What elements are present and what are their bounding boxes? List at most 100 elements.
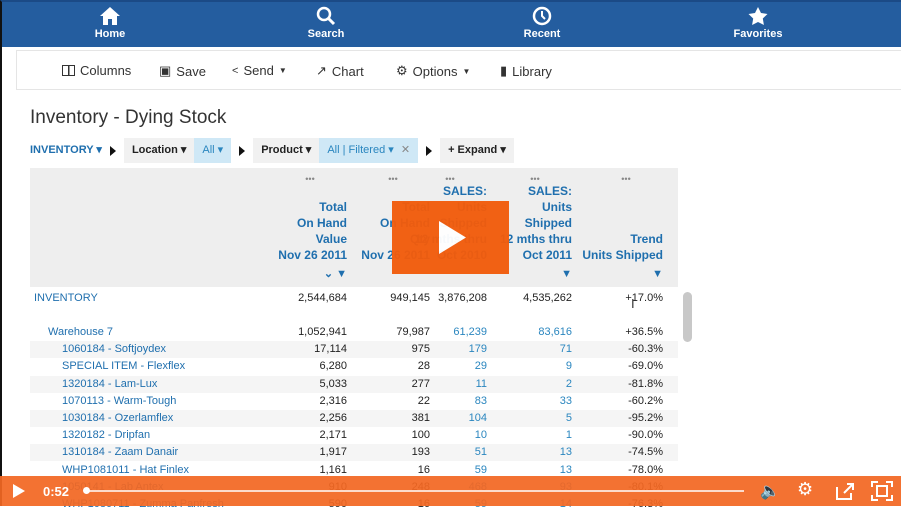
sort-filter-icon[interactable]: ⌄ ▼: [324, 266, 347, 282]
column-header[interactable]: Total On Hand Value Nov 26 2011: [278, 199, 347, 263]
star-icon: [748, 7, 768, 25]
column-header[interactable]: SALES: Units Shipped 12 mths thru Oct 2011: [500, 183, 572, 263]
chart-button[interactable]: ↗ Chart: [316, 63, 364, 79]
arrow-right-icon: [239, 145, 246, 156]
page-title: Inventory - Dying Stock: [30, 107, 227, 128]
table-cell[interactable]: 13: [560, 464, 572, 476]
nav-search[interactable]: Search: [281, 6, 371, 40]
table-row[interactable]: SPECIAL ITEM - Flexflex 6,280 28 29 9 -69.0%: [30, 358, 678, 375]
row-label-link[interactable]: 1320182 - Dripfan: [62, 429, 150, 441]
table-cell: 975: [411, 343, 430, 356]
table-row[interactable]: 1030184 - Ozerlamflex 2,256 381 104 5 -95.2%: [30, 410, 678, 427]
table-cell[interactable]: 179: [469, 343, 487, 355]
share-icon: <: [232, 64, 239, 77]
progress-bar[interactable]: [84, 490, 744, 492]
table-row[interactable]: 1320184 - Lam-Lux 5,033 277 11 2 -81.8%: [30, 375, 678, 393]
table-row[interactable]: Warehouse 7 1,052,941 79,987 61,239 83,616 +3…: [30, 324, 678, 341]
row-label-link[interactable]: 1310184 - Zaam Danair: [62, 446, 178, 458]
table-row[interactable]: INVENTORY 2,544,684 949,145 3,876,208 4,535,…: [30, 290, 678, 307]
text-cursor-icon: I: [631, 296, 635, 311]
book-icon: ▮: [500, 63, 508, 78]
header-line: Units: [542, 200, 572, 214]
crumb-location[interactable]: Location ▾: [123, 138, 195, 163]
table-cell: 79,987: [396, 326, 430, 338]
filter-icon[interactable]: ▼: [652, 266, 663, 282]
table-cell[interactable]: 1: [566, 429, 572, 441]
nav-favorites[interactable]: Favorites: [713, 6, 803, 40]
columns-button[interactable]: Columns: [62, 63, 131, 78]
table-cell[interactable]: 29: [475, 360, 487, 372]
crumb-product[interactable]: Product ▾: [253, 138, 320, 163]
table-cell: 100: [411, 429, 430, 442]
arrow-right-icon: [109, 145, 116, 156]
table-cell[interactable]: 33: [560, 395, 572, 407]
column-menu-button[interactable]: •••: [368, 174, 418, 184]
table-cell[interactable]: 10: [475, 429, 487, 441]
crumb-product-value[interactable]: All | Filtered ▾ ✕: [319, 138, 419, 163]
table-row[interactable]: 1060184 - Softjoydex 17,114 975 179 71 -60.3%: [30, 341, 678, 359]
table-cell[interactable]: 83: [475, 395, 487, 407]
clear-filter-icon[interactable]: ✕: [401, 144, 410, 156]
column-header[interactable]: Trend Units Shipped: [582, 231, 663, 263]
options-button[interactable]: ⚙ Options ▼: [396, 63, 470, 79]
table-cell[interactable]: 51: [475, 446, 487, 458]
caret-down-icon: ▼: [462, 66, 471, 76]
play-icon: [439, 221, 466, 254]
table-cell[interactable]: 61,239: [453, 326, 487, 338]
row-label-link[interactable]: 1060184 - Softjoydex: [62, 343, 166, 355]
column-menu-button[interactable]: •••: [601, 174, 651, 184]
table-cell[interactable]: 104: [469, 412, 487, 424]
table-cell: 17,114: [314, 343, 347, 356]
table-cell[interactable]: 83,616: [538, 326, 572, 338]
table-cell: -90.0%: [628, 429, 663, 442]
table-cell: 2,544,684: [298, 292, 347, 304]
header-line: Oct 2011: [522, 248, 572, 262]
crumb-location-value[interactable]: All ▾: [194, 138, 232, 163]
table-cell[interactable]: 11: [476, 378, 487, 390]
progress-handle[interactable]: [82, 487, 90, 494]
table-row[interactable]: 1070113 - Warm-Tough 2,316 22 83 33 -60.2%: [30, 393, 678, 410]
header-line: On Hand: [297, 216, 347, 230]
row-label-link[interactable]: Warehouse 7: [48, 326, 113, 338]
table-cell: 193: [411, 446, 430, 459]
table-cell: 2,171: [319, 429, 347, 442]
row-label-link[interactable]: WHP1081011 - Hat Finlex: [62, 464, 189, 476]
table-row[interactable]: 1310184 - Zaam Danair 1,917 193 51 13 -74.5%: [30, 444, 678, 462]
row-label-link[interactable]: 1030184 - Ozerlamflex: [62, 412, 173, 424]
nav-recent[interactable]: Recent: [497, 6, 587, 40]
table-cell[interactable]: 71: [560, 343, 572, 355]
table-cell: 949,145: [390, 292, 430, 304]
play-overlay-button[interactable]: [392, 201, 509, 274]
table-cell[interactable]: 2: [566, 378, 572, 390]
expand-button[interactable]: + Expand ▾: [440, 138, 514, 163]
toolbar: Columns ▣ Save < Send ▼ ↗ Chart ⚙ Options ▼ ▮ L…: [16, 50, 901, 90]
table-cell: 28: [417, 360, 430, 373]
table-cell[interactable]: 9: [566, 360, 572, 372]
settings-icon[interactable]: ⚙: [797, 479, 813, 500]
library-button[interactable]: ▮ Library: [500, 63, 552, 79]
play-icon[interactable]: [13, 484, 25, 498]
table-cell: -60.2%: [628, 394, 663, 407]
row-label-link[interactable]: INVENTORY: [34, 292, 98, 304]
table-row[interactable]: 1320182 - Dripfan 2,171 100 10 1 -90.0%: [30, 427, 678, 444]
filter-icon[interactable]: ▼: [561, 266, 572, 282]
save-button[interactable]: ▣ Save: [159, 63, 206, 79]
table-cell[interactable]: 5: [566, 412, 572, 424]
fullscreen-icon[interactable]: [871, 481, 893, 501]
crumb-inventory[interactable]: INVENTORY ▾: [30, 138, 106, 163]
header-line: 12 mths thru: [499, 232, 572, 246]
send-button[interactable]: < Send ▼: [232, 63, 287, 78]
nav-home[interactable]: Home: [65, 6, 155, 40]
scrollbar[interactable]: [683, 292, 692, 342]
header-line: Value: [315, 232, 347, 246]
gear-icon: ⚙: [396, 63, 408, 78]
row-label-link[interactable]: 1320184 - Lam-Lux: [62, 378, 157, 390]
row-label-link[interactable]: 1070113 - Warm-Tough: [62, 395, 176, 407]
volume-icon[interactable]: 🔈: [760, 481, 780, 501]
row-label-link[interactable]: SPECIAL ITEM - Flexflex: [62, 360, 185, 372]
share-icon[interactable]: [834, 481, 856, 501]
table-cell[interactable]: 59: [475, 464, 487, 476]
column-menu-button[interactable]: •••: [285, 174, 335, 184]
header-line: Units Shipped: [582, 248, 663, 262]
table-cell[interactable]: 13: [560, 446, 572, 458]
